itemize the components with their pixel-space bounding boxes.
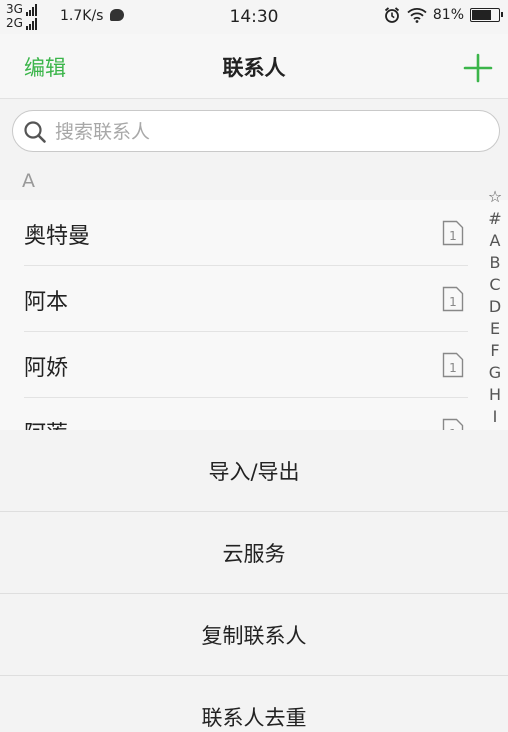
sim-slot-number: 1	[449, 361, 457, 375]
battery-icon	[470, 8, 503, 22]
sim-card-icon: 1	[442, 352, 464, 378]
index-favorites[interactable]: ☆	[485, 186, 505, 208]
battery-level	[472, 10, 491, 20]
contact-name: 阿娇	[24, 356, 69, 381]
contact-row[interactable]: 阿娇 1	[0, 332, 508, 398]
import-export-option[interactable]: 导入/导出	[0, 430, 508, 512]
dedupe-contacts-option[interactable]: 联系人去重	[0, 676, 508, 732]
section-header-letter: A	[22, 170, 35, 192]
wifi-icon	[407, 8, 427, 23]
edit-button[interactable]: 编辑	[24, 52, 66, 82]
contact-list: 奥特曼 1 阿本 1 阿娇 1 阿莲 1	[0, 200, 508, 464]
search-icon	[24, 121, 46, 143]
sim-card-icon: 1	[442, 286, 464, 312]
index-letter-f[interactable]: F	[485, 340, 505, 362]
index-letter-e[interactable]: E	[485, 318, 505, 340]
status-right: 81%	[383, 6, 503, 24]
index-letter-i[interactable]: I	[485, 406, 505, 428]
contact-row[interactable]: 阿本 1	[0, 266, 508, 332]
search-box[interactable]	[12, 110, 500, 152]
add-contact-button[interactable]	[462, 52, 494, 84]
sim-slot-number: 1	[449, 295, 457, 309]
search-input[interactable]	[53, 119, 477, 145]
alarm-icon	[384, 7, 399, 23]
index-letter-c[interactable]: C	[485, 274, 505, 296]
sim-card-icon: 1	[442, 220, 464, 246]
index-letter-d[interactable]: D	[485, 296, 505, 318]
sim-slot-number: 1	[449, 229, 457, 243]
index-letter-g[interactable]: G	[485, 362, 505, 384]
alphabet-index-bar[interactable]: ☆ # A B C D E F G H I	[485, 186, 505, 430]
contact-name: 奥特曼	[24, 224, 91, 249]
status-bar: 3G 2G 1.7K/s 14:30 81%	[0, 0, 508, 34]
index-letter-b[interactable]: B	[485, 252, 505, 274]
battery-percent: 81%	[432, 7, 464, 23]
cloud-service-option[interactable]: 云服务	[0, 512, 508, 594]
copy-contacts-option[interactable]: 复制联系人	[0, 594, 508, 676]
index-letter-a[interactable]: A	[485, 230, 505, 252]
nav-header: 编辑 联系人	[0, 34, 508, 99]
index-letter-h[interactable]: H	[485, 384, 505, 406]
page-title: 联系人	[222, 56, 286, 80]
contact-name: 阿本	[24, 290, 69, 315]
action-sheet: 导入/导出 云服务 复制联系人 联系人去重	[0, 430, 508, 732]
index-hash[interactable]: #	[485, 208, 505, 230]
contact-row[interactable]: 奥特曼 1	[0, 200, 508, 266]
plus-icon	[463, 53, 493, 83]
